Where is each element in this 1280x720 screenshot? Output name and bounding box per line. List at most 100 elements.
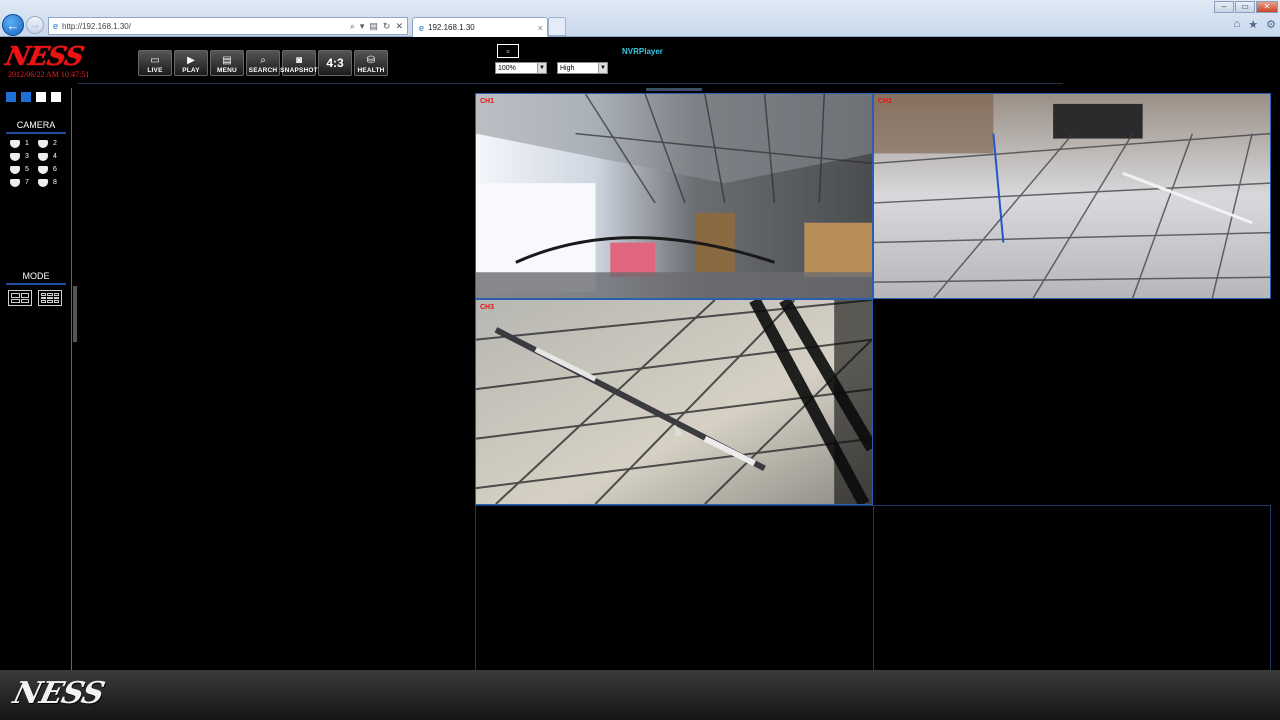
layout-toggle-icon[interactable]: ▫ [497,44,519,58]
mode-section-title: MODE [22,271,50,281]
camera-item-6[interactable]: 6 [38,164,66,175]
footer-bar: NESS [0,670,1280,720]
camera-number: 4 [53,153,57,160]
new-tab-button[interactable] [548,17,566,36]
forward-arrow-icon[interactable]: → [26,16,44,34]
camera-icon [38,152,48,161]
home-icon[interactable]: ⌂ [1234,18,1241,31]
camera-number: 8 [53,179,57,186]
panel-collapse-handle[interactable] [73,286,77,342]
camera-icon [38,165,48,174]
grid-empty-area [475,505,873,671]
camera-list: 1 2 3 4 5 6 7 8 [10,138,66,188]
header-divider [78,83,1063,84]
camera-icon [38,139,48,148]
chevron-down-icon: ▼ [537,63,546,73]
zoom-value: 100% [498,64,516,72]
minimize-button[interactable]: – [1214,1,1234,13]
camera-item-1[interactable]: 1 [10,138,38,149]
back-arrow-icon[interactable]: ← [2,14,24,36]
quad-layout-button[interactable] [8,290,32,306]
tab-title: 192.168.1.30 [428,23,475,32]
side-tool-icon-4[interactable] [51,92,61,102]
search-icon: ⌕ [260,55,266,66]
footer-logo: NESS [9,676,108,711]
search-button[interactable]: ⌕ SEARCH [246,50,280,76]
url-text[interactable]: http://192.168.1.30/ [62,22,131,31]
camera-icon [10,178,20,187]
tab-close-icon[interactable]: × [538,23,543,33]
refresh-icon[interactable]: ↻ [383,21,391,32]
camera-number: 6 [53,166,57,173]
camera-1-feed [476,94,872,298]
main-toolbar: ▭ LIVE ▶ PLAY ▤ MENU ⌕ SEARCH ◙ SNAPSHOT 4:3 ⛁ HEALT… [138,50,388,76]
camera-label: CH2 [878,98,893,105]
datetime-display: 2012/06/22 AM 10:47:51 [8,70,90,79]
camera-icon [10,165,20,174]
mode-buttons [8,290,62,306]
camera-number: 2 [53,140,57,147]
health-button[interactable]: ⛁ HEALTH [354,50,388,76]
address-tools: ⌕ ▾ ▤ ↻ ✕ [350,21,407,32]
ness-logo: NESS [2,42,86,72]
camera-icon [38,178,48,187]
camera-number: 5 [25,166,29,173]
stop-icon[interactable]: ✕ [395,21,403,32]
chevron-down-icon: ▼ [598,63,607,73]
browser-tools: ⌂ ★ ⚙ [1234,18,1276,31]
tab-page-icon: e [419,22,425,33]
camera-item-8[interactable]: 8 [38,177,66,188]
side-icon-row [6,92,61,102]
player-name: NVRPlayer [622,47,663,56]
search-icon[interactable]: ⌕ [350,21,355,32]
play-button[interactable]: ▶ PLAY [174,50,208,76]
browser-tab[interactable]: e 192.168.1.30 × [412,17,548,37]
favorites-icon[interactable]: ★ [1248,18,1258,31]
section-divider [6,283,66,285]
snapshot-label: SNAPSHOT [280,67,318,74]
aspect-button[interactable]: 4:3 [318,50,352,76]
snapshot-button[interactable]: ◙ SNAPSHOT [280,50,318,76]
camera-item-2[interactable]: 2 [38,138,66,149]
camera-item-4[interactable]: 4 [38,151,66,162]
health-label: HEALTH [357,67,385,74]
video-tile-3[interactable]: CH3 [475,299,873,505]
camera-item-3[interactable]: 3 [10,151,38,162]
camera-icon: ◙ [295,55,303,66]
page-icon: e [53,21,59,31]
window-controls: – ▭ ✕ [1214,1,1278,13]
camera-number: 3 [25,153,29,160]
video-tile-4-empty[interactable] [873,505,1271,671]
dropdown-icon[interactable]: ▾ [360,21,365,32]
grid-top-marker [646,88,702,91]
zoom-select[interactable]: 100% ▼ [495,62,547,74]
video-tile-1[interactable]: CH1 [475,93,873,299]
tools-gear-icon[interactable]: ⚙ [1266,18,1276,31]
side-panel: CAMERA 1 2 3 4 5 6 7 8 MODE [0,88,72,670]
camera-icon [10,139,20,148]
compat-icon[interactable]: ▤ [369,21,378,32]
camera-item-7[interactable]: 7 [10,177,38,188]
quality-value: High [560,64,575,72]
camera-item-5[interactable]: 5 [10,164,38,175]
camera-2-feed [874,94,1270,298]
menu-button[interactable]: ▤ MENU [210,50,244,76]
camera-3-feed [476,300,872,504]
close-window-button[interactable]: ✕ [1256,1,1278,13]
video-tile-2[interactable]: CH2 [873,93,1271,299]
side-tool-icon-2[interactable] [21,92,31,102]
play-label: PLAY [182,67,200,74]
nine-layout-button[interactable] [38,290,62,306]
browser-chrome: ← → e http://192.168.1.30/ ⌕ ▾ ▤ ↻ ✕ e 1… [0,0,1280,37]
search-label: SEARCH [248,67,278,74]
hdd-icon: ⛁ [366,55,376,66]
camera-icon [10,152,20,161]
restore-button[interactable]: ▭ [1235,1,1255,13]
quality-select[interactable]: High ▼ [557,62,608,74]
camera-label: CH3 [480,304,495,311]
section-divider [6,132,66,134]
side-tool-icon-3[interactable] [36,92,46,102]
side-tool-icon-1[interactable] [6,92,16,102]
address-bar[interactable]: e http://192.168.1.30/ ⌕ ▾ ▤ ↻ ✕ [48,17,408,35]
live-button[interactable]: ▭ LIVE [138,50,172,76]
